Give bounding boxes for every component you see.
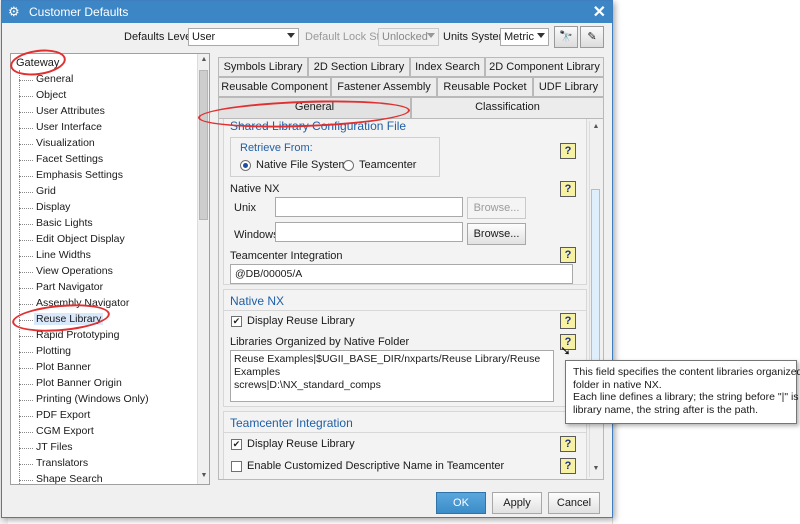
chevron-down-icon <box>427 33 435 38</box>
native-nx-label: Native NX <box>230 183 280 195</box>
unix-path-input[interactable] <box>275 197 463 217</box>
help-icon[interactable]: ? <box>560 143 576 159</box>
tooltip-line: folder in native NX. <box>573 378 662 391</box>
retrieve-from-group: Retrieve From: Native File System Teamce… <box>230 137 440 177</box>
tooltip-line: Each line defines a library; the string … <box>573 391 800 403</box>
units-system-value: Metric <box>504 31 534 43</box>
tab-classification[interactable]: Classification <box>411 97 604 119</box>
teamcenter-label: Teamcenter <box>359 159 417 171</box>
teamcenter-integration-input[interactable]: @DB/00005/A <box>230 264 573 284</box>
scroll-down-icon[interactable]: ▼ <box>591 465 601 475</box>
tooltip-line: library name, the string after is the pa… <box>573 403 759 416</box>
help-icon[interactable]: ? <box>560 458 576 474</box>
help-icon[interactable]: ? <box>560 181 576 197</box>
libraries-by-folder-textarea[interactable]: Reuse Examples|$UGII_BASE_DIR/nxparts/Re… <box>230 350 554 402</box>
tab-2d-component-library[interactable]: 2D Component Library <box>485 57 604 77</box>
shared-library-config-section: Shared Library Configuration File Retrie… <box>223 119 587 285</box>
background-right <box>612 0 800 524</box>
manage-current-settings-button[interactable]: ✎ <box>580 26 604 48</box>
radio-teamcenter[interactable] <box>343 160 354 171</box>
category-tree: Gateway General Object User Attributes U… <box>10 53 210 485</box>
tab-reusable-pocket[interactable]: Reusable Pocket <box>437 77 533 97</box>
display-reuse-library-checkbox[interactable]: ✔ <box>231 316 242 327</box>
enable-custom-desc-label: Enable Customized Descriptive Name in Te… <box>247 460 505 472</box>
close-icon[interactable]: ✕ <box>593 2 606 22</box>
tc-display-reuse-library-checkbox[interactable]: ✔ <box>231 439 242 450</box>
scroll-up-icon[interactable]: ▲ <box>591 123 601 133</box>
libraries-by-folder-label: Libraries Organized by Native Folder <box>230 336 410 348</box>
defaults-level-value: User <box>192 31 216 43</box>
tc-display-reuse-library-label: Display Reuse Library <box>247 438 355 450</box>
cancel-button[interactable]: Cancel <box>548 492 600 514</box>
tab-reusable-component[interactable]: Reusable Component <box>218 77 331 97</box>
tab-symbols-library[interactable]: Symbols Library <box>218 57 308 77</box>
defaults-level-label: Defaults Level <box>124 31 194 43</box>
tooltip-line: This field specifies the content librari… <box>573 366 800 378</box>
general-tab-panel: Shared Library Configuration File Retrie… <box>218 118 604 480</box>
windows-path-input[interactable] <box>275 222 463 242</box>
unix-browse-button[interactable]: Browse... <box>467 197 526 219</box>
chevron-down-icon <box>287 33 295 38</box>
display-reuse-library-label: Display Reuse Library <box>247 315 355 327</box>
help-icon[interactable]: ? <box>560 247 576 263</box>
lock-state-select[interactable]: Unlocked <box>378 28 439 46</box>
gear-icon: ⚙ <box>8 4 20 19</box>
units-system-select[interactable]: Metric <box>500 28 549 46</box>
windows-label: Windows <box>234 229 279 241</box>
tab-fastener-assembly[interactable]: Fastener Assembly <box>331 77 437 97</box>
library-line: Reuse Examples|$UGII_BASE_DIR/nxparts/Re… <box>234 353 541 378</box>
tab-2d-section-library[interactable]: 2D Section Library <box>308 57 410 77</box>
binoculars-icon: 🔭 <box>559 31 573 43</box>
settings-wand-icon: ✎ <box>587 31 597 43</box>
title-bar: ⚙ Customer Defaults ✕ <box>2 1 612 23</box>
find-default-button[interactable]: 🔭 <box>554 26 578 48</box>
retrieve-from-label: Retrieve From: <box>240 142 313 154</box>
defaults-level-select[interactable]: User <box>188 28 299 46</box>
help-icon[interactable]: ? <box>560 436 576 452</box>
native-nx-section-title: Native NX <box>230 294 285 308</box>
scroll-up-icon[interactable]: ▲ <box>199 56 209 66</box>
tree-scroll-thumb[interactable] <box>199 70 208 220</box>
help-icon[interactable]: ? <box>560 313 576 329</box>
library-line: screws|D:\NX_standard_comps <box>234 379 381 391</box>
radio-native-file-system[interactable] <box>240 160 251 171</box>
units-system-label: Units System <box>443 31 508 43</box>
teamcenter-integration-section: Teamcenter Integration ✔ Display Reuse L… <box>223 411 587 479</box>
tab-index-search[interactable]: Index Search <box>410 57 485 77</box>
chevron-down-icon <box>537 33 545 38</box>
customer-defaults-dialog: ⚙ Customer Defaults ✕ Defaults Level Use… <box>1 0 613 518</box>
tab-udf-library[interactable]: UDF Library <box>533 77 604 97</box>
native-file-system-label: Native File System <box>256 159 348 171</box>
help-tooltip: This field specifies the content librari… <box>565 360 800 424</box>
apply-button[interactable]: Apply <box>492 492 542 514</box>
panel-scroll-thumb[interactable] <box>591 189 600 385</box>
teamcenter-section-title: Teamcenter Integration <box>230 416 353 430</box>
ok-button[interactable]: OK <box>436 492 486 514</box>
window-title: Customer Defaults <box>29 5 129 19</box>
windows-browse-button[interactable]: Browse... <box>467 223 526 245</box>
mouse-cursor-icon: ➘ <box>560 343 571 358</box>
unix-label: Unix <box>234 202 257 214</box>
lock-state-value: Unlocked <box>382 31 428 43</box>
scroll-down-icon[interactable]: ▼ <box>199 472 209 482</box>
tree-connector <box>19 70 20 484</box>
native-nx-section: Native NX ✔ Display Reuse Library ? Libr… <box>223 289 587 407</box>
teamcenter-integration-label: Teamcenter Integration <box>230 250 343 262</box>
enable-custom-desc-checkbox[interactable] <box>231 461 242 472</box>
